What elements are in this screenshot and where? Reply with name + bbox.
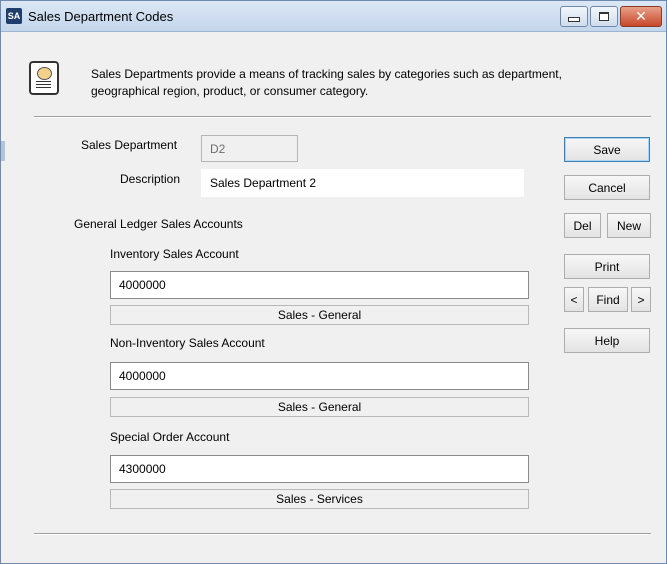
bottom-separator xyxy=(34,533,651,535)
close-button[interactable]: ✕ xyxy=(620,6,662,27)
app-icon: SA xyxy=(6,8,22,24)
sales-department-codes-window: SA Sales Department Codes ✕ Sales Depart… xyxy=(0,0,667,564)
sales-department-label: Sales Department xyxy=(81,138,178,152)
sales-department-field: D2 xyxy=(201,135,298,162)
cancel-button[interactable]: Cancel xyxy=(564,175,650,200)
top-separator xyxy=(34,116,651,118)
special-order-account-field[interactable]: 4300000 xyxy=(110,455,529,483)
close-icon: ✕ xyxy=(635,8,647,25)
new-button[interactable]: New xyxy=(607,213,651,238)
document-info-icon xyxy=(29,61,59,95)
info-line-2: geographical region, product, or consume… xyxy=(91,84,369,98)
maximize-button[interactable] xyxy=(590,6,618,27)
gl-section-label: General Ledger Sales Accounts xyxy=(74,217,243,231)
maximize-icon xyxy=(599,12,609,21)
help-button[interactable]: Help xyxy=(564,328,650,353)
find-button[interactable]: Find xyxy=(588,287,628,312)
save-button[interactable]: Save xyxy=(564,137,650,162)
non-inventory-sales-account-field[interactable]: 4000000 xyxy=(110,362,529,390)
find-next-button[interactable]: > xyxy=(631,287,651,312)
description-field[interactable]: Sales Department 2 xyxy=(201,169,524,197)
special-order-account-description: Sales - Services xyxy=(110,489,529,509)
minimize-button[interactable] xyxy=(560,6,588,27)
minimize-icon xyxy=(568,17,580,22)
info-line-1: Sales Departments provide a means of tra… xyxy=(91,67,562,81)
print-button[interactable]: Print xyxy=(564,254,650,279)
inventory-sales-account-description: Sales - General xyxy=(110,305,529,325)
special-order-account-label: Special Order Account xyxy=(110,430,230,444)
inventory-sales-account-field[interactable]: 4000000 xyxy=(110,271,529,299)
description-label: Description xyxy=(120,172,181,186)
delete-button[interactable]: Del xyxy=(564,213,601,238)
window-edge-highlight xyxy=(1,141,5,161)
info-description: Sales Departments provide a means of tra… xyxy=(91,66,651,100)
non-inventory-sales-account-description: Sales - General xyxy=(110,397,529,417)
title-bar[interactable]: SA Sales Department Codes ✕ xyxy=(1,1,666,32)
find-previous-button[interactable]: < xyxy=(564,287,584,312)
non-inventory-sales-account-label: Non-Inventory Sales Account xyxy=(110,336,265,350)
window-title: Sales Department Codes xyxy=(28,9,174,24)
inventory-sales-account-label: Inventory Sales Account xyxy=(110,247,239,261)
